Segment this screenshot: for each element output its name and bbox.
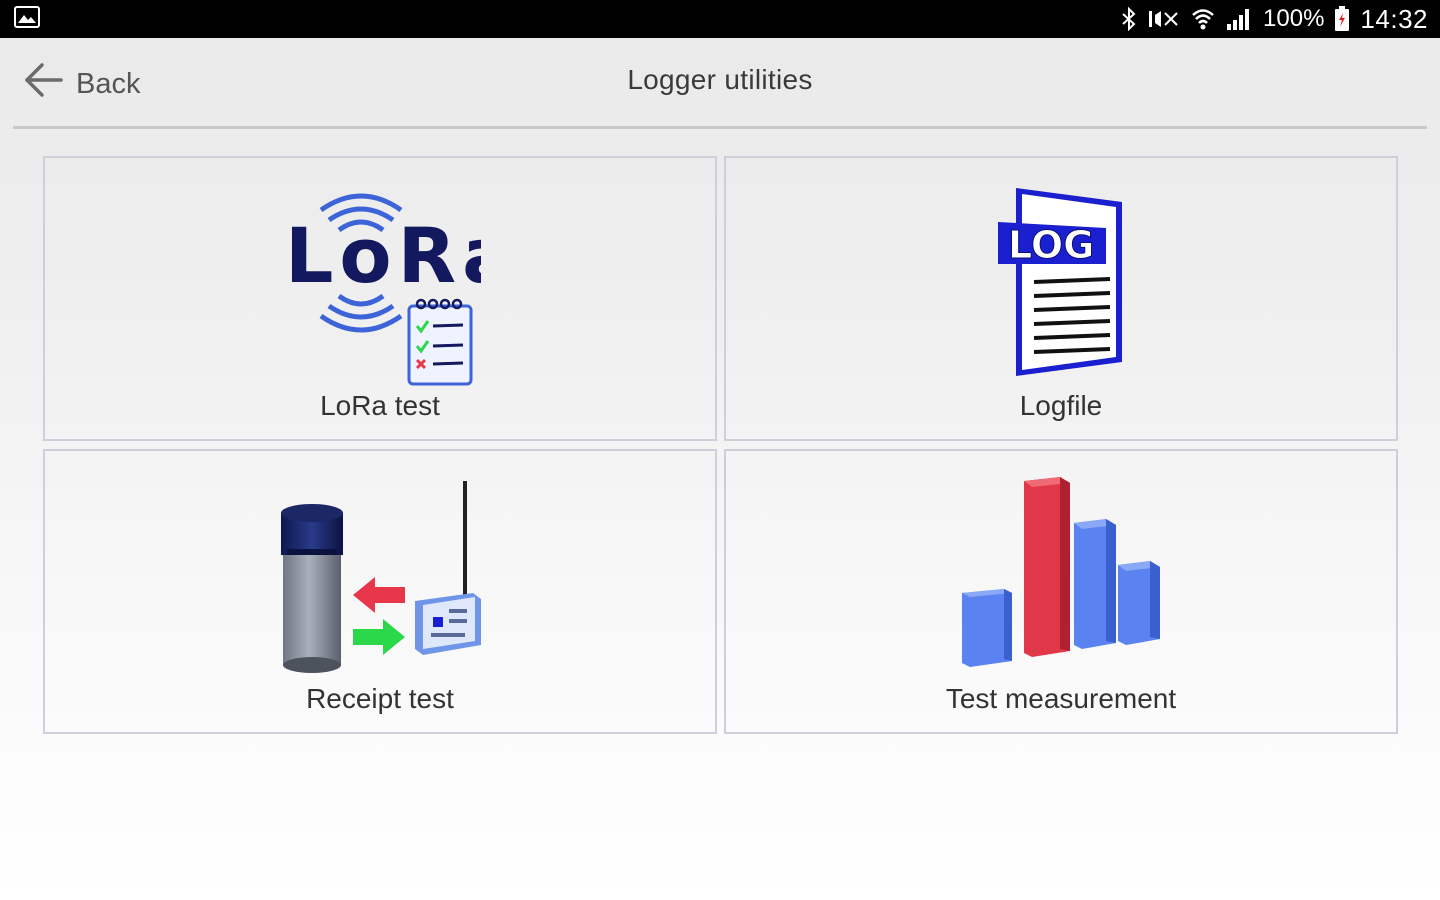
receipt-test-icon	[277, 477, 487, 680]
mute-icon	[1147, 7, 1181, 31]
tile-label: Receipt test	[306, 683, 454, 714]
tile-label: Test measurement	[945, 683, 1177, 714]
status-bar: 100% 14:32	[0, 0, 1440, 38]
logfile-icon: LOG	[994, 182, 1130, 383]
log-label-text: LOG	[1008, 223, 1094, 267]
page-title: Logger utilities	[627, 64, 813, 95]
lora-test-tile[interactable]: LoRa LoRa test	[43, 156, 717, 441]
bar-chart-icon	[956, 473, 1168, 678]
bluetooth-icon	[1121, 7, 1137, 31]
battery-icon	[1334, 6, 1350, 32]
clock: 14:32	[1360, 3, 1428, 34]
test-measurement-tile[interactable]: Test measurement	[724, 449, 1398, 734]
gallery-icon	[14, 5, 40, 33]
wifi-icon	[1191, 7, 1215, 31]
receipt-test-tile[interactable]: Receipt test	[43, 449, 717, 734]
logfile-tile[interactable]: LOG Logfile	[724, 156, 1398, 441]
tile-label: Logfile	[1019, 390, 1103, 421]
tile-label: LoRa test	[320, 390, 440, 421]
lora-test-icon: LoRa	[281, 192, 513, 392]
header-divider	[13, 126, 1427, 129]
header: Back Logger utilities	[0, 38, 1440, 128]
battery-percent: 100%	[1263, 5, 1325, 32]
signal-icon	[1225, 7, 1253, 31]
lora-logo-text: LoRa	[285, 211, 481, 300]
